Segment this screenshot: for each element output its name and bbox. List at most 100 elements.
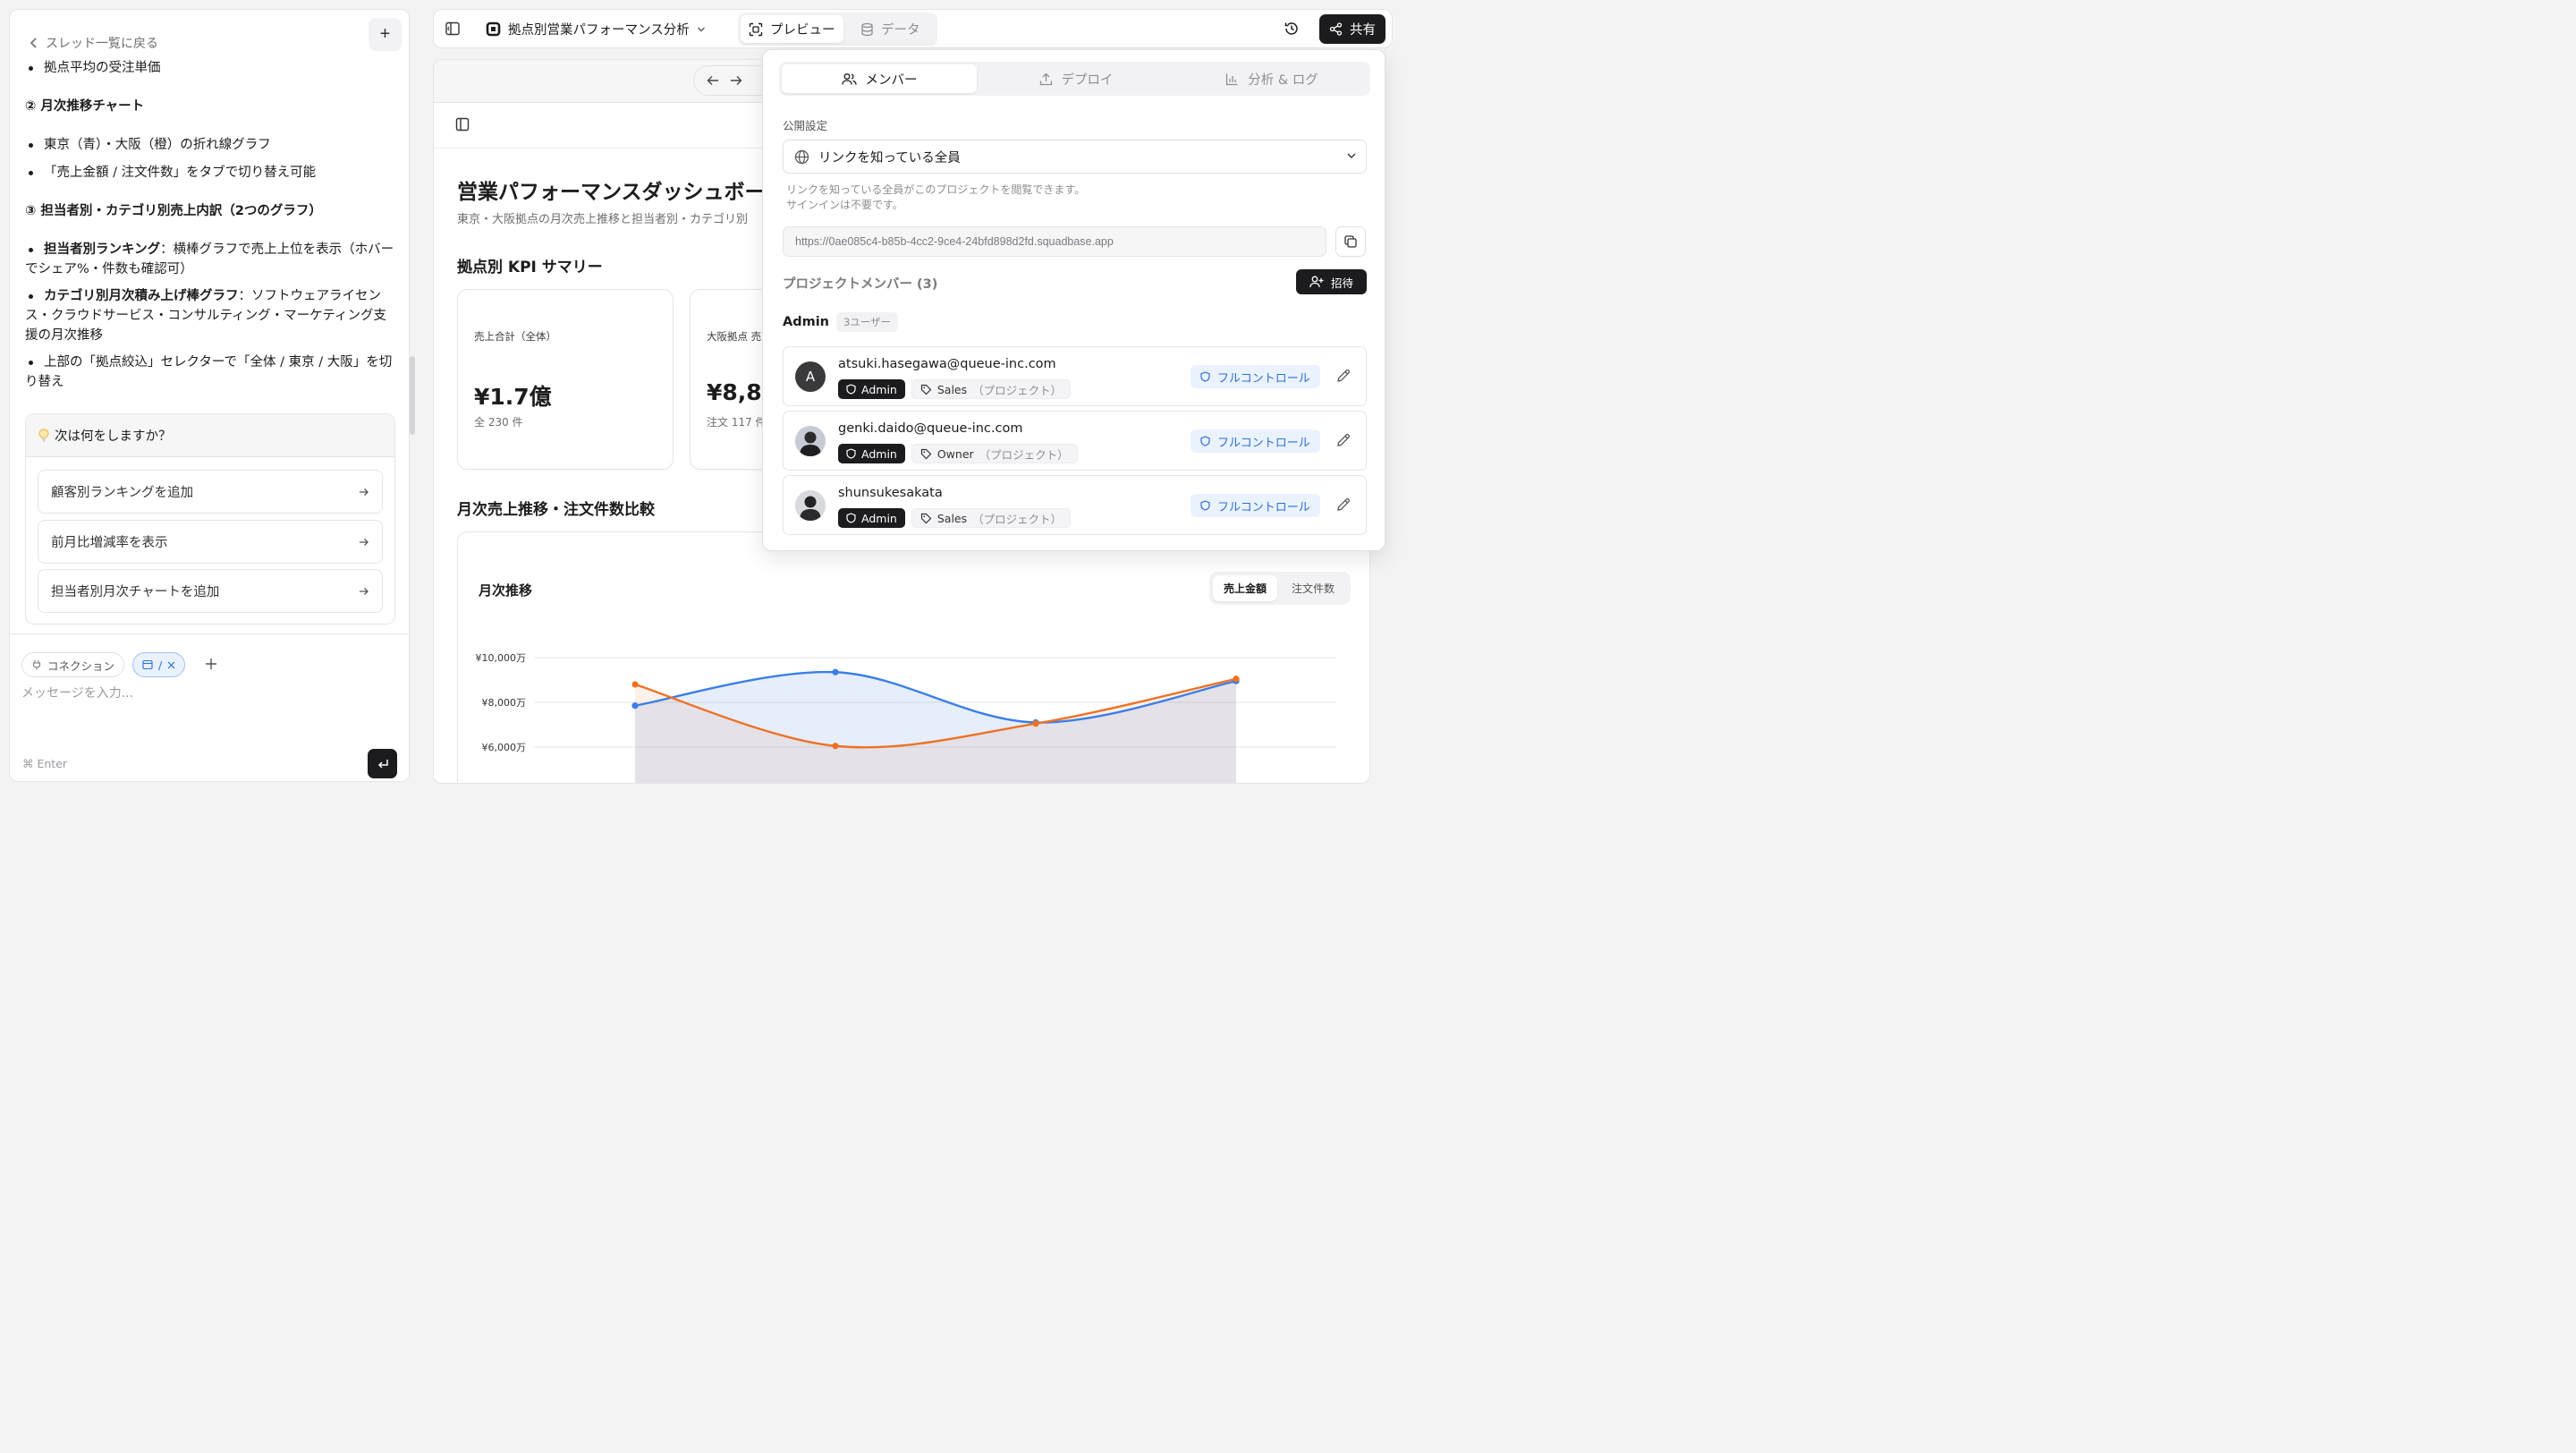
context-chip[interactable]: /	[132, 652, 186, 677]
arrow-right-icon	[359, 586, 369, 597]
share-label: 共有	[1350, 23, 1376, 38]
history-icon[interactable]	[1284, 21, 1300, 37]
tab-analytics[interactable]: 分析 & ログ	[1174, 64, 1369, 93]
member-row: genki.daido@queue-inc.com Admin Owner （プ…	[783, 411, 1367, 471]
view-tabs: プレビュー データ	[738, 13, 937, 46]
tag-icon	[920, 513, 932, 524]
send-shortcut-hint: ⌘ Enter	[22, 757, 68, 770]
forward-arrow-icon[interactable]	[730, 75, 742, 86]
list-item: 拠点平均の受注単価	[25, 58, 396, 78]
add-context-icon[interactable]	[205, 658, 217, 670]
database-icon	[860, 22, 874, 37]
shield-icon	[846, 384, 856, 395]
visibility-select[interactable]: リンクを知っている全員	[783, 140, 1367, 174]
member-name: shunsukesakata	[838, 486, 943, 500]
kpi-subtext: 全 230 件	[474, 416, 523, 429]
data-point	[631, 702, 639, 710]
role-badge: Admin	[838, 508, 905, 528]
section-heading: ② 月次推移チャート	[25, 99, 145, 114]
tag-badge: Sales （プロジェクト）	[911, 379, 1072, 399]
toggle-order-count[interactable]: 注文件数	[1281, 575, 1345, 601]
edit-pencil-icon[interactable]	[1335, 368, 1352, 384]
kpi-subtext: 注文 117 件	[707, 416, 767, 429]
tab-members[interactable]: メンバー	[782, 64, 977, 93]
share-url-field[interactable]: https://0ae085c4-b85b-4cc2-9ce4-24bfd898…	[783, 226, 1326, 257]
visibility-description-line: サインインは不要です。	[786, 199, 903, 211]
arrow-right-icon	[359, 487, 369, 497]
back-arrow-icon[interactable]	[707, 75, 719, 86]
edit-pencil-icon[interactable]	[1335, 432, 1352, 448]
sidebar-toggle-icon[interactable]	[445, 21, 461, 37]
chart-section-heading: 月次売上推移・注文件数比較	[457, 501, 655, 519]
y-tick-label: ¥8,000万	[482, 697, 527, 709]
tab-analytics-label: 分析 & ログ	[1248, 72, 1318, 88]
share-popover: メンバー デプロイ 分析 & ログ 公開設定 リンクを知っている全員 リンクを知…	[762, 49, 1385, 551]
member-row: A atsuki.hasegawa@queue-inc.com Admin Sa…	[783, 346, 1367, 406]
plug-icon	[31, 659, 42, 670]
kpi-section-heading: 拠点別 KPI サマリー	[457, 259, 603, 276]
assistant-message: 拠点平均の受注単価 ② 月次推移チャート 東京（青）・大阪（橙）の折れ線グラフ …	[25, 56, 396, 392]
message-input[interactable]	[21, 686, 388, 701]
role-badge: Admin	[838, 379, 905, 399]
kpi-label: 大阪拠点 売	[707, 330, 762, 343]
avatar	[795, 490, 826, 521]
suggestion-button[interactable]: 前月比増減率を表示	[38, 520, 383, 564]
lightbulb-icon	[38, 428, 49, 443]
dashboard-sidebar-icon[interactable]	[455, 117, 470, 132]
thread-scrollbar[interactable]	[410, 356, 415, 435]
close-icon[interactable]	[167, 661, 175, 669]
data-point	[832, 743, 839, 750]
data-point	[1032, 720, 1039, 727]
share-icon	[1329, 22, 1343, 36]
list-item: カテゴリ別月次積み上げ棒グラフ：ソフトウェアライセンス・クラウドサービス・コンサ…	[25, 286, 396, 345]
invite-button[interactable]: 招待	[1296, 269, 1367, 294]
toggle-sales-amount[interactable]: 売上金額	[1213, 575, 1278, 601]
list-item: 東京（青）・大阪（橙）の折れ線グラフ	[25, 135, 396, 155]
tab-deploy-label: デプロイ	[1061, 72, 1114, 88]
shield-icon	[846, 513, 856, 523]
upload-icon	[1039, 72, 1053, 86]
next-actions-header: 次は何をしますか？	[26, 414, 394, 457]
connection-chip[interactable]: コネクション	[21, 652, 125, 677]
next-actions-title: 次は何をしますか？	[55, 429, 172, 444]
new-thread-button[interactable]: +	[369, 18, 402, 51]
role-label: Admin	[861, 511, 897, 525]
list-item: 「売上金額 / 注文件数」をタブで切り替え可能	[25, 163, 396, 183]
tag-scope: （プロジェクト）	[972, 383, 1063, 397]
member-group-header: Admin 3ユーザー	[783, 312, 899, 332]
scan-icon	[749, 22, 763, 37]
permission-label: フルコントロール	[1217, 436, 1310, 450]
permission-badge: フルコントロール	[1191, 494, 1320, 517]
tab-preview[interactable]: プレビュー	[741, 15, 843, 43]
edit-pencil-icon[interactable]	[1335, 497, 1352, 513]
visibility-label: 公開設定	[783, 119, 828, 132]
role-label: Admin	[861, 382, 897, 396]
kpi-label: 売上合計（全体）	[474, 330, 556, 343]
tab-deploy[interactable]: デプロイ	[979, 64, 1174, 93]
list-item-title: カテゴリ別月次積み上げ棒グラフ	[44, 289, 239, 303]
back-to-threads-link[interactable]: スレッド一覧に戻る	[30, 34, 158, 52]
suggestion-button[interactable]: 担当者別月次チャートを追加	[38, 569, 383, 613]
permission-label: フルコントロール	[1217, 371, 1310, 386]
tab-preview-label: プレビュー	[770, 23, 835, 38]
visibility-description-line: リンクを知っている全員がこのプロジェクトを閲覧できます。	[786, 183, 1086, 196]
list-item-title: 担当者別ランキング	[44, 242, 161, 257]
member-badges: Admin Owner （プロジェクト）	[838, 444, 1078, 463]
member-name: atsuki.hasegawa@queue-inc.com	[838, 357, 1056, 371]
share-button[interactable]: 共有	[1319, 14, 1385, 44]
tab-data[interactable]: データ	[852, 15, 928, 43]
tag-label: Sales	[936, 382, 968, 396]
project-selector[interactable]: 拠点別営業パフォーマンス分析	[486, 20, 706, 38]
suggestion-button[interactable]: 顧客別ランキングを追加	[38, 470, 383, 514]
chat-panel: スレッド一覧に戻る + 拠点平均の受注単価 ② 月次推移チャート 東京（青）・大…	[9, 9, 410, 782]
visibility-value: リンクを知っている全員	[818, 150, 961, 166]
tag-badge: Owner （プロジェクト）	[911, 444, 1078, 463]
data-point	[832, 668, 839, 676]
avatar: A	[795, 361, 826, 392]
list-item: 上部の「拠点絞込」セレクターで「全体 / 東京 / 大阪」を切り替え	[25, 353, 396, 392]
send-button[interactable]	[368, 749, 397, 778]
chart-title: 月次推移	[479, 582, 533, 599]
top-toolbar: 拠点別営業パフォーマンス分析 プレビュー データ 共有	[433, 9, 1393, 48]
copy-url-button[interactable]	[1335, 226, 1366, 257]
tag-badge: Sales （プロジェクト）	[911, 508, 1072, 528]
